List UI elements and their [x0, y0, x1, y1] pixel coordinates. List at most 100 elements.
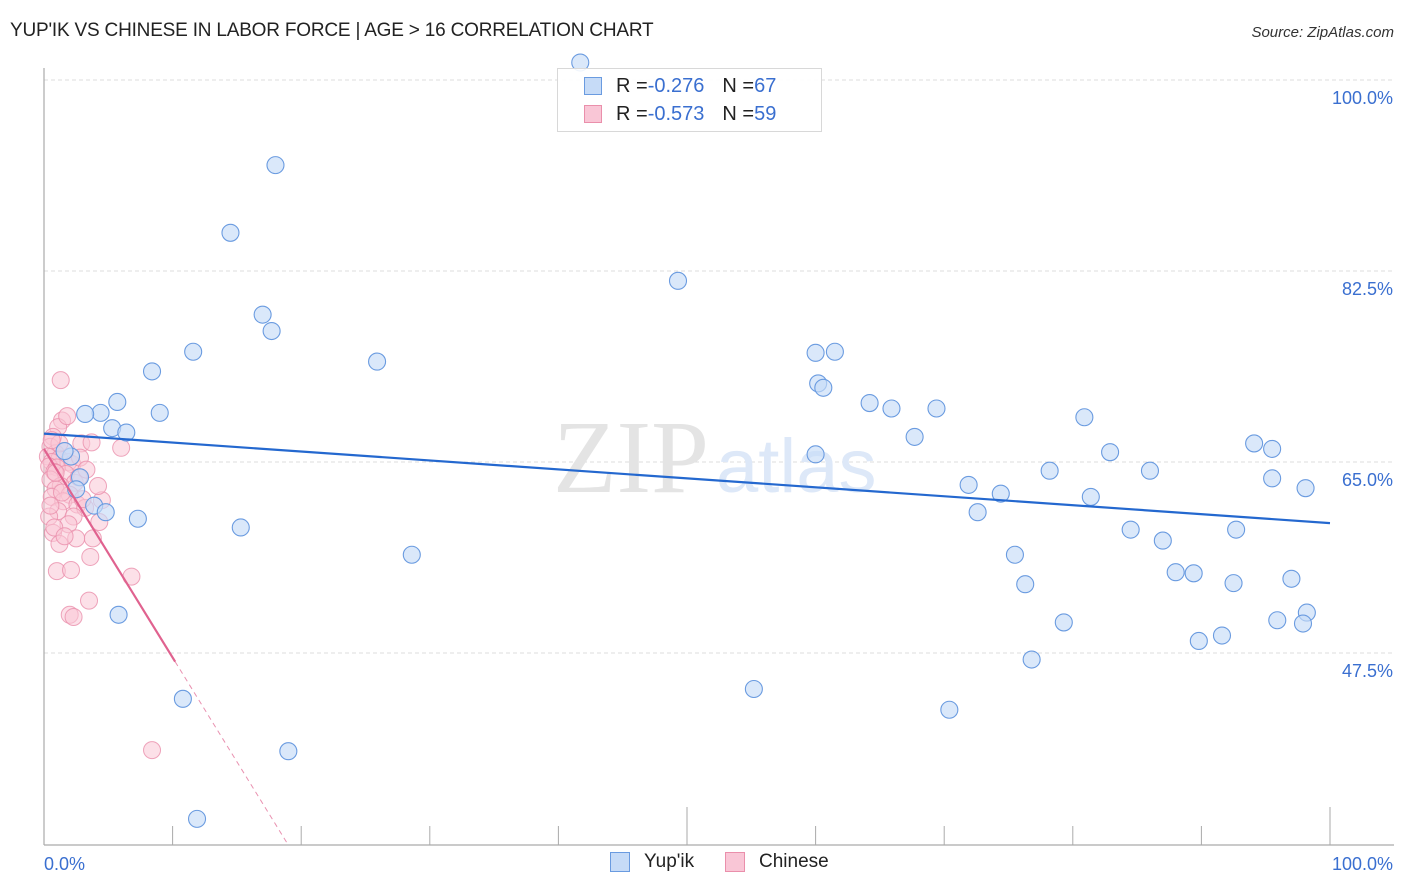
yupik-point	[1189, 631, 1208, 651]
yupik-point	[108, 392, 127, 412]
yupik-legend-label: Yup'ik	[644, 851, 695, 872]
yupik-point	[940, 700, 959, 719]
yupik-point	[1166, 563, 1185, 582]
chinese-point	[62, 561, 81, 580]
yupik-point	[1040, 461, 1059, 480]
chinese-point	[58, 407, 77, 426]
n-value: 67	[754, 74, 777, 97]
chinese-legend-label: Chinese	[759, 851, 829, 872]
yupik-point	[1268, 611, 1287, 630]
r-label: R =	[616, 102, 648, 125]
yupik-point	[1212, 626, 1232, 645]
yupik-point	[402, 545, 421, 564]
yupik-point	[142, 362, 162, 381]
yupik-point	[76, 404, 95, 424]
yupik-point	[1184, 564, 1203, 583]
yupik-point	[806, 343, 825, 362]
yupik-point	[1153, 531, 1172, 550]
yupik-point	[814, 378, 833, 397]
r-value: -0.276	[647, 74, 705, 97]
x-tick-label: 100.0%	[1332, 854, 1393, 874]
scatter-chart: ZIP atlas 100.0% 82.5% 65.0% 47.5% 0.0% 100.…	[38, 53, 1394, 874]
yupik-point	[860, 394, 879, 413]
bottom-legend-chinese: Chinese	[725, 851, 829, 873]
r-label: R =	[616, 74, 648, 97]
yupik-point	[1282, 569, 1301, 588]
chinese-point	[89, 477, 108, 496]
n-label: N =	[722, 74, 755, 97]
legend-row-yupik: R = -0.276 N = 67	[584, 73, 776, 99]
r-value: -0.573	[647, 102, 705, 125]
yupik-point	[96, 503, 115, 522]
watermark-zip: ZIP	[553, 400, 709, 515]
yupik-point	[91, 403, 110, 422]
yupik-point	[1140, 461, 1160, 480]
yupik-point	[1245, 434, 1264, 453]
series-chinese-points	[38, 371, 162, 760]
yupik-point	[1227, 520, 1246, 539]
yupik-point	[1293, 614, 1313, 633]
yupik-point	[959, 475, 978, 494]
yupik-point	[109, 605, 128, 624]
yupik-point	[67, 480, 86, 499]
yupik-point	[882, 399, 901, 418]
x-tick-labels: 0.0% 100.0%	[44, 854, 1393, 874]
chinese-legend-swatch	[725, 852, 745, 872]
y-tick-label: 82.5%	[1342, 279, 1393, 299]
chinese-point	[143, 741, 162, 760]
chinese-point	[51, 371, 70, 390]
yupik-point	[806, 445, 825, 464]
chinese-point	[55, 527, 74, 546]
yupik-point	[253, 305, 272, 324]
chinese-swatch	[584, 105, 602, 123]
yupik-legend-swatch	[610, 852, 630, 872]
watermark: ZIP atlas	[553, 400, 877, 515]
chinese-point	[41, 496, 60, 515]
yupik-point	[825, 342, 844, 361]
yupik-point	[55, 442, 74, 461]
yupik-point	[173, 689, 192, 708]
yupik-point	[266, 156, 285, 175]
chinese-trend-line	[43, 448, 177, 663]
n-value: 59	[754, 102, 777, 125]
yupik-point	[744, 679, 763, 699]
x-tick-label: 0.0%	[44, 854, 85, 874]
yupik-swatch	[584, 77, 602, 95]
yupik-point	[1075, 408, 1094, 427]
chinese-point	[81, 547, 100, 566]
yupik-point	[150, 403, 169, 422]
yupik-point	[927, 399, 946, 418]
yupik-point	[279, 742, 298, 761]
chinese-point	[64, 607, 83, 626]
y-tick-label: 65.0%	[1342, 470, 1393, 490]
yupik-point	[1022, 650, 1041, 669]
watermark-atlas: atlas	[716, 424, 877, 509]
y-tick-label: 100.0%	[1332, 88, 1393, 108]
y-tick-labels: 100.0% 82.5% 65.0% 47.5%	[1332, 88, 1393, 681]
bottom-legend-yupik: Yup'ik	[610, 851, 694, 873]
yupik-point	[968, 503, 987, 522]
yupik-point	[1296, 479, 1315, 498]
yupik-point	[187, 809, 207, 828]
yupik-point	[128, 509, 147, 528]
y-tick-label: 47.5%	[1342, 661, 1393, 681]
yupik-point	[1101, 443, 1120, 462]
chinese-point	[80, 591, 99, 610]
yupik-point	[221, 223, 240, 242]
n-label: N =	[722, 102, 755, 125]
yupik-point	[1016, 575, 1035, 594]
yupik-point	[262, 321, 281, 341]
yupik-point	[1263, 469, 1282, 488]
yupik-point	[1263, 439, 1282, 458]
yupik-point	[231, 518, 250, 537]
yupik-point	[1054, 613, 1073, 632]
yupik-point	[905, 427, 924, 446]
yupik-point	[368, 352, 387, 371]
yupik-point	[1081, 487, 1100, 506]
yupik-point	[1224, 574, 1243, 593]
yupik-point	[184, 342, 203, 361]
yupik-point	[668, 271, 688, 290]
legend-row-chinese: R = -0.573 N = 59	[584, 101, 776, 127]
yupik-point	[1005, 545, 1024, 564]
correlation-legend: R = -0.276 N = 67 R = -0.573 N = 59	[557, 68, 822, 132]
